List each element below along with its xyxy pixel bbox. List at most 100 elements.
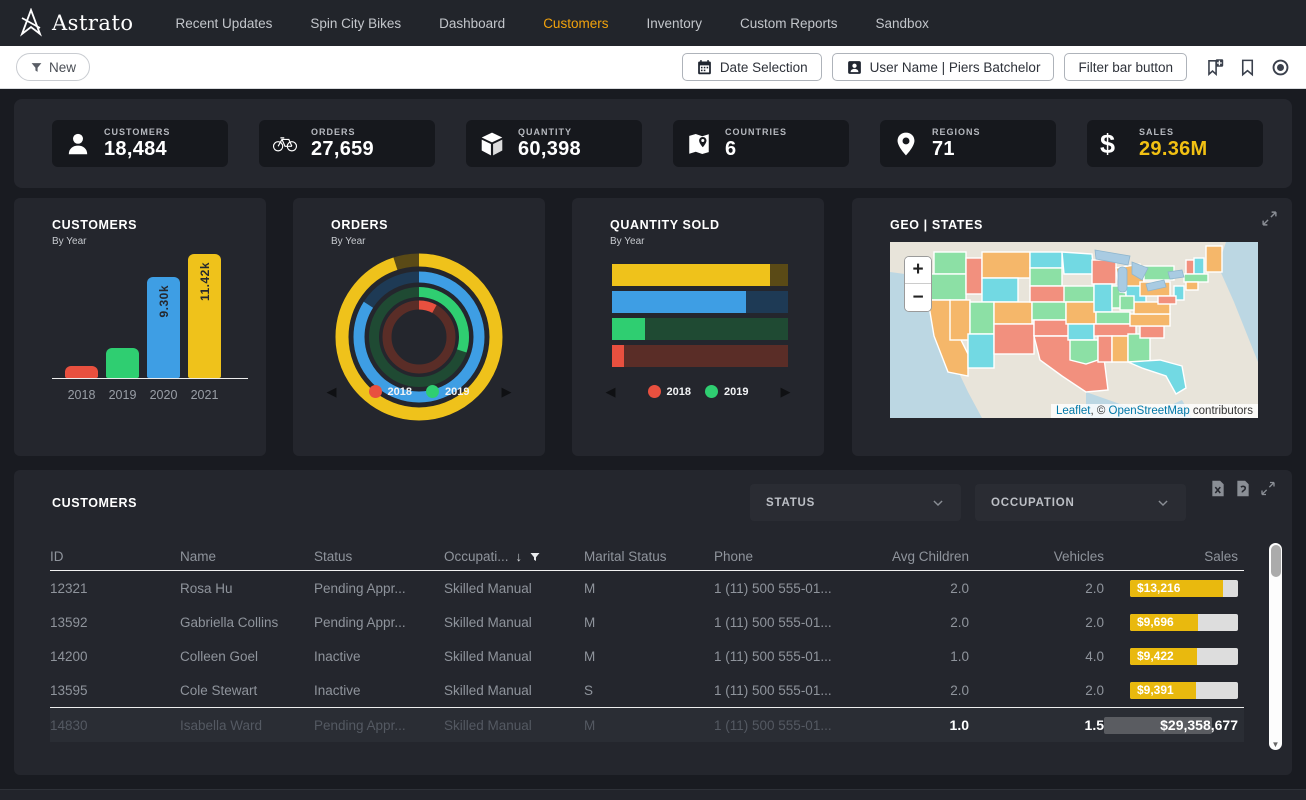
legend-label: 2019 <box>445 386 469 398</box>
legend-item-2018[interactable]: 2018 <box>369 385 412 398</box>
leaflet-link[interactable]: Leaflet <box>1056 405 1091 417</box>
legend-next-arrow[interactable]: ▶ <box>501 385 511 398</box>
column-header-sales[interactable]: Sales <box>1104 549 1238 564</box>
column-header-avg-children[interactable]: Avg Children <box>866 549 969 564</box>
legend-next-arrow[interactable]: ▶ <box>780 385 790 398</box>
calendar-icon <box>696 59 713 76</box>
toolbar-right: Date Selection User Name | Piers Batchelo… <box>682 53 1290 81</box>
hbar-2020[interactable] <box>612 291 788 313</box>
eye-icon[interactable] <box>1271 58 1290 77</box>
bicycle-icon <box>272 131 298 157</box>
kpi-card-countries: COUNTRIES6 <box>673 120 849 167</box>
scrollbar-down-arrow[interactable]: ▼ <box>1269 740 1282 749</box>
toolbar-button-filter-bar-button[interactable]: Filter bar button <box>1064 53 1187 81</box>
legend-item-2018[interactable]: 2018 <box>648 385 691 398</box>
cell: 1 (11) 500 555-01... <box>714 615 866 630</box>
brand[interactable]: Astrato <box>18 8 134 38</box>
bar-2019[interactable] <box>106 348 139 378</box>
cell: 2.0 <box>866 581 969 596</box>
table-row[interactable]: 13592Gabriella CollinsPending Appr...Ski… <box>50 605 1244 639</box>
hbar-2019[interactable] <box>612 318 788 340</box>
occupation-filter-dropdown[interactable]: OCCUPATION <box>975 484 1186 521</box>
filter-small-icon[interactable] <box>529 551 541 563</box>
zoom-out-button[interactable]: − <box>905 284 931 311</box>
table-row[interactable]: 14200Colleen GoelInactiveSkilled ManualM… <box>50 639 1244 673</box>
nav-item-customers[interactable]: Customers <box>543 16 608 31</box>
status-filter-dropdown[interactable]: STATUS <box>750 484 961 521</box>
x-tick-label: 2018 <box>61 388 102 402</box>
excel-icon[interactable] <box>1210 480 1226 497</box>
scrollbar-thumb[interactable] <box>1271 545 1281 577</box>
bar-2018[interactable] <box>65 366 98 378</box>
sort-down-icon[interactable]: ↓ <box>516 549 523 564</box>
hbar-fill <box>612 264 770 286</box>
nav-item-recent-updates[interactable]: Recent Updates <box>176 16 273 31</box>
column-header-label: Vehicles <box>1054 549 1104 564</box>
nav-item-sandbox[interactable]: Sandbox <box>876 16 929 31</box>
column-header-vehicles[interactable]: Vehicles <box>969 549 1104 564</box>
hbar-2018[interactable] <box>612 345 788 367</box>
column-header-name[interactable]: Name <box>180 549 314 564</box>
x-tick-label: 2019 <box>102 388 143 402</box>
expand-icon[interactable] <box>1260 480 1276 497</box>
column-header-marital-status[interactable]: Marital Status <box>584 549 714 564</box>
hbar-2021[interactable] <box>612 264 788 286</box>
table-scrollbar[interactable]: ▼ <box>1269 543 1282 750</box>
legend-dot <box>705 385 718 398</box>
zoom-in-button[interactable]: + <box>905 257 931 284</box>
table-row[interactable]: 13595Cole StewartInactiveSkilled ManualS… <box>50 673 1244 707</box>
map-icon <box>686 131 712 157</box>
legend-prev-arrow[interactable]: ◀ <box>327 385 337 398</box>
leaflet-map[interactable]: + − Leaflet, © OpenStreetMap contributor… <box>890 242 1258 418</box>
bar-2021[interactable]: 11.42k <box>188 254 221 378</box>
panel-subtitle: By Year <box>52 236 86 247</box>
column-header-occupati[interactable]: Occupati...↓ <box>444 549 584 564</box>
column-header-phone[interactable]: Phone <box>714 549 866 564</box>
cell: Inactive <box>314 683 444 698</box>
nav-item-inventory[interactable]: Inventory <box>646 16 702 31</box>
sales-cell: $9,696 <box>1104 614 1238 631</box>
chart-legend: ◀ 2018 2019 ▶ <box>572 385 824 398</box>
pin-icon <box>893 131 919 157</box>
toolbar-button-date-selection[interactable]: Date Selection <box>682 53 822 81</box>
customers-bar-chart: 9.30k 11.42k <box>14 254 266 378</box>
kpi-label: REGIONS <box>932 127 981 137</box>
column-header-label: Marital Status <box>584 549 667 564</box>
column-header-status[interactable]: Status <box>314 549 444 564</box>
toolbar-button-user-name-piers-batchelor[interactable]: User Name | Piers Batchelor <box>832 53 1055 81</box>
legend-item-2019[interactable]: 2019 <box>426 385 469 398</box>
toolbar-button-label: User Name | Piers Batchelor <box>870 60 1041 75</box>
bookmark-icon[interactable] <box>1238 58 1257 77</box>
cell: 13595 <box>50 683 180 698</box>
totals-ghost-cell: M <box>584 718 714 733</box>
cell: Skilled Manual <box>444 683 584 698</box>
expand-icon[interactable] <box>1261 210 1278 227</box>
nav-item-custom-reports[interactable]: Custom Reports <box>740 16 838 31</box>
nav-item-spin-city-bikes[interactable]: Spin City Bikes <box>310 16 401 31</box>
kpi-icon-box <box>466 131 518 157</box>
bookmark-add-icon[interactable] <box>1205 58 1224 77</box>
openstreetmap-link[interactable]: OpenStreetMap <box>1109 405 1190 417</box>
file-icon[interactable] <box>1235 480 1251 497</box>
legend-item-2019[interactable]: 2019 <box>705 385 748 398</box>
nav-item-dashboard[interactable]: Dashboard <box>439 16 505 31</box>
legend-dot <box>648 385 661 398</box>
geo-states-panel: GEO | STATES <box>852 198 1292 456</box>
legend-label: 2018 <box>667 386 691 398</box>
legend-prev-arrow[interactable]: ◀ <box>606 385 616 398</box>
kpi-value: 60,398 <box>518 138 581 161</box>
bar-value-label: 9.30k <box>157 285 171 318</box>
hbar-fill <box>612 318 645 340</box>
totals-sales-bar: $29,358,677 <box>1104 715 1238 736</box>
sales-bar: $9,696 <box>1130 614 1238 631</box>
cell: Inactive <box>314 649 444 664</box>
new-filter-pill[interactable]: New <box>16 53 90 81</box>
panel-title: CUSTOMERS <box>52 218 137 232</box>
table-row[interactable]: 12321Rosa HuPending Appr...Skilled Manua… <box>50 571 1244 605</box>
bar-2020[interactable]: 9.30k <box>147 277 180 378</box>
legend-label: 2019 <box>724 386 748 398</box>
column-header-id[interactable]: ID <box>50 549 180 564</box>
cell: M <box>584 581 714 596</box>
cell: Rosa Hu <box>180 581 314 596</box>
cell: 2.0 <box>866 615 969 630</box>
